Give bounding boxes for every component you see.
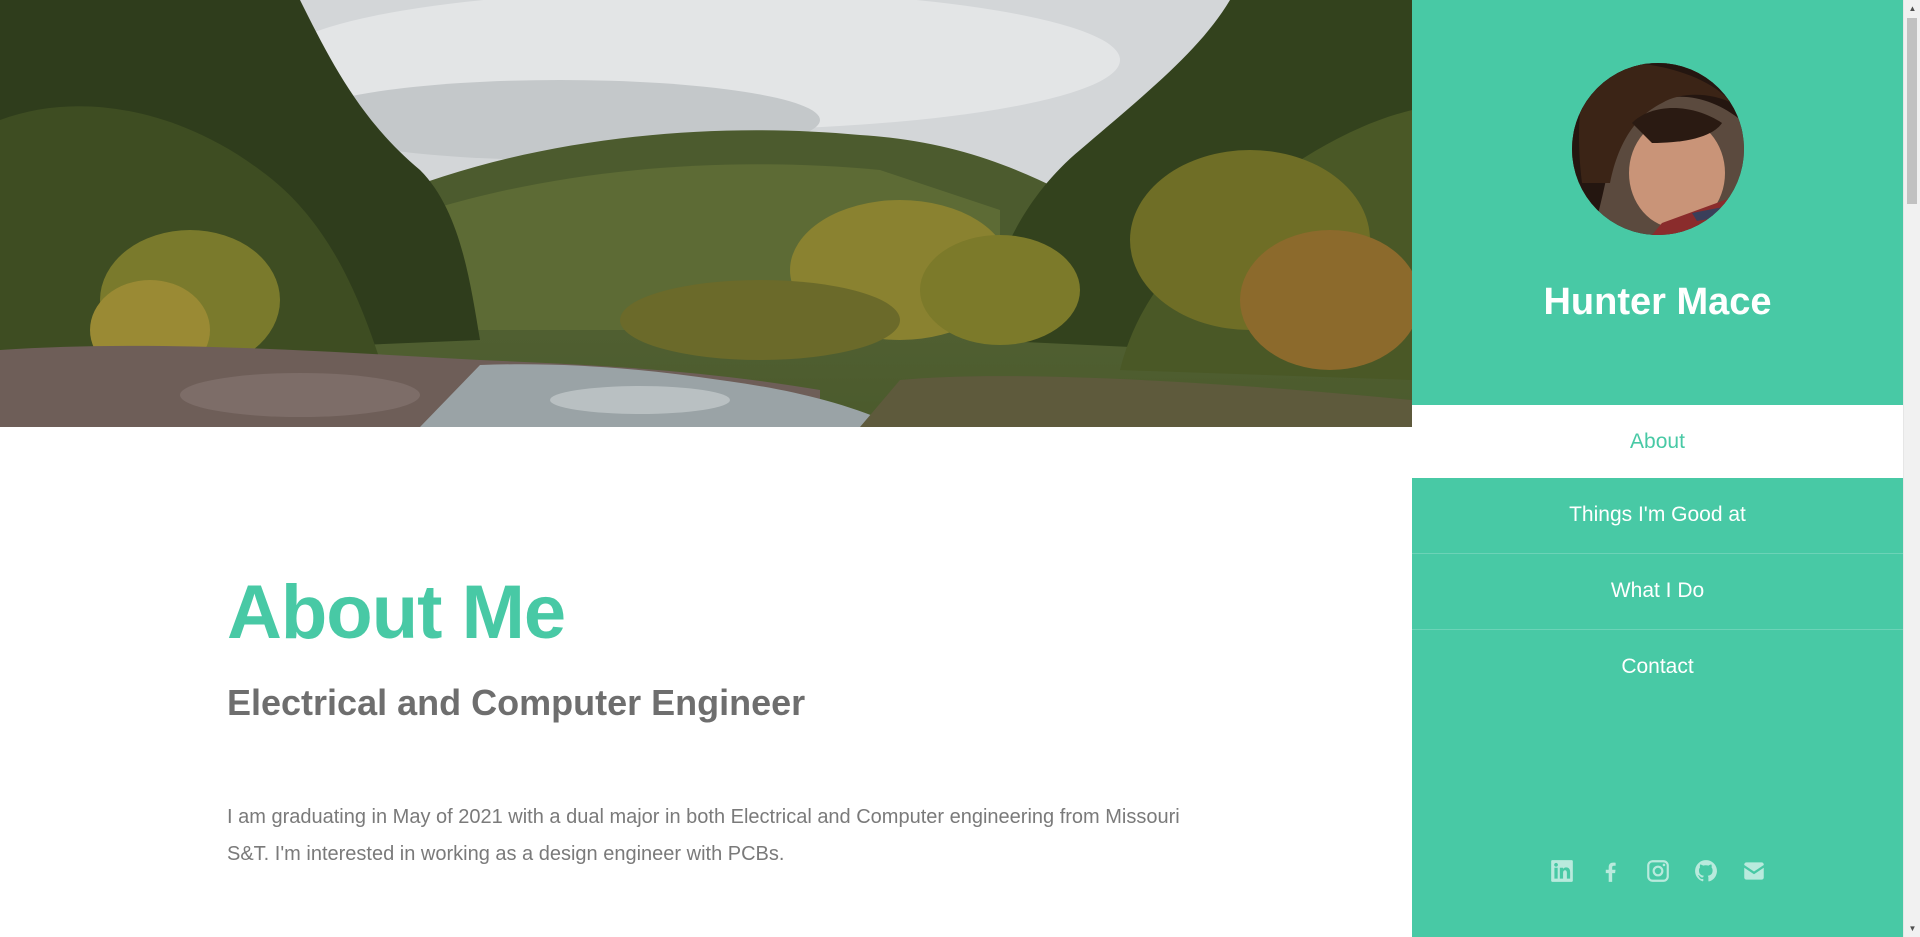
page-scrollbar[interactable]: ▲ ▼ [1903, 0, 1920, 937]
subtitle: Electrical and Computer Engineer [227, 682, 806, 723]
scroll-down-icon[interactable]: ▼ [1904, 920, 1920, 937]
profile-block: Hunter Mace [1412, 0, 1903, 405]
instagram-icon[interactable] [1643, 856, 1673, 886]
nav-item-about[interactable]: About [1412, 405, 1903, 478]
about-section: About Me Electrical and Computer Enginee… [227, 565, 1187, 873]
facebook-icon[interactable] [1595, 856, 1625, 886]
scrollbar-thumb[interactable] [1907, 18, 1917, 204]
page: About Me Electrical and Computer Enginee… [0, 0, 1920, 937]
page-title: About Me [227, 570, 566, 655]
scroll-up-icon[interactable]: ▲ [1904, 0, 1920, 17]
main-content: About Me Electrical and Computer Enginee… [0, 0, 1412, 937]
nav-item-things-good-at[interactable]: Things I'm Good at [1412, 478, 1903, 554]
social-links [1412, 856, 1903, 886]
avatar [1572, 63, 1744, 235]
hero-landscape-image [0, 0, 1412, 427]
github-icon[interactable] [1691, 856, 1721, 886]
bio-paragraph: I am graduating in May of 2021 with a du… [227, 806, 1180, 865]
sidebar: Hunter Mace About Things I'm Good at Wha… [1412, 0, 1903, 937]
linkedin-icon[interactable] [1547, 856, 1577, 886]
envelope-icon[interactable] [1739, 856, 1769, 886]
profile-name: Hunter Mace [1543, 281, 1772, 323]
sidebar-nav: About Things I'm Good at What I Do Conta… [1412, 405, 1903, 706]
nav-item-what-i-do[interactable]: What I Do [1412, 554, 1903, 630]
nav-item-contact[interactable]: Contact [1412, 630, 1903, 706]
